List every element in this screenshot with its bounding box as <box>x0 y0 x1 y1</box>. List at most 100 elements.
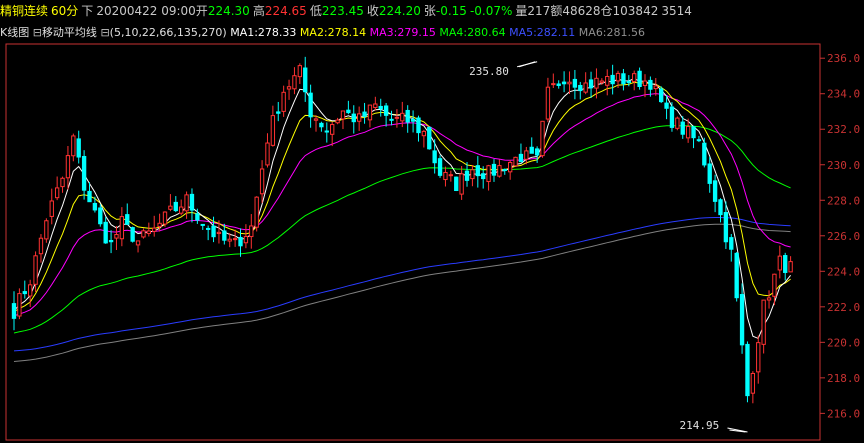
candle <box>205 225 211 241</box>
candle <box>286 79 292 100</box>
candle <box>610 64 615 95</box>
candle <box>540 120 545 158</box>
open-label: 开 <box>195 4 208 18</box>
candle <box>394 109 400 128</box>
candle <box>11 291 17 331</box>
params-expand-icon[interactable]: ⊟ <box>100 26 109 39</box>
candle <box>632 70 637 91</box>
ma6-value: MA6:281.56 <box>578 26 646 39</box>
candle <box>669 102 675 132</box>
instrument-title[interactable]: 精铜连续 <box>0 4 48 18</box>
candle <box>718 198 723 223</box>
candle <box>497 159 502 178</box>
candle <box>410 110 416 133</box>
candle <box>249 214 254 249</box>
ma6-line <box>13 223 791 362</box>
candle <box>22 280 27 299</box>
candle <box>659 86 664 104</box>
high-label: 高 <box>252 4 265 18</box>
ma5-value: MA5:282.11 <box>509 26 576 39</box>
oi-value: 103842 <box>612 4 659 18</box>
plot-frame <box>5 43 821 441</box>
change-pct-value: -0.07% <box>469 4 513 18</box>
open-value: 224.30 <box>207 4 250 18</box>
ma2-value: MA2:278.14 <box>299 26 367 39</box>
amount-label: 额 <box>550 4 563 18</box>
candle <box>777 245 782 279</box>
ma-indicator-label[interactable]: 移动平均线 <box>42 26 97 39</box>
y-tick-label: 226.0 <box>827 230 860 243</box>
candle <box>98 204 103 227</box>
candle <box>362 102 367 124</box>
candle <box>621 68 626 91</box>
candle <box>427 126 432 150</box>
quote-info-bar: 精铜连续 60分下 20200422 09:00开224.30 高224.65 低223… <box>0 0 864 22</box>
low-label: 低 <box>309 4 322 18</box>
low-value: 223.45 <box>321 4 364 18</box>
candle <box>432 139 437 174</box>
candle <box>653 78 658 96</box>
ma3-value: MA3:279.15 <box>369 26 436 39</box>
y-tick-label: 232.0 <box>827 123 860 136</box>
candle <box>556 80 561 89</box>
candle <box>130 226 135 243</box>
candlestick-chart[interactable]: 235.80 214.95 236.0 234.0 232.0 230.0 228.0 22… <box>0 0 864 443</box>
annotation-label: 235.80 <box>469 65 509 78</box>
candle <box>243 224 249 249</box>
candle <box>324 122 329 143</box>
candle <box>524 146 529 165</box>
candle <box>470 164 475 187</box>
candle <box>319 121 324 132</box>
candle <box>232 229 238 247</box>
amount-value: 48628 <box>562 4 601 18</box>
candle <box>448 170 454 182</box>
candle <box>168 194 173 212</box>
candle <box>788 256 793 273</box>
candle <box>292 67 297 95</box>
high-value: 224.65 <box>264 4 307 18</box>
candle <box>561 71 567 93</box>
candle <box>518 143 524 163</box>
candle <box>17 288 22 320</box>
candle <box>179 199 184 216</box>
indicator-bar: K线图 ⊟移动平均线 ⊟(5,10,22,66,135,270) MA1:278… <box>0 24 864 42</box>
candle <box>254 196 259 232</box>
candle <box>761 299 766 354</box>
change-label: 张 <box>423 4 436 18</box>
candle <box>356 106 362 131</box>
candle <box>308 84 313 128</box>
candle <box>572 69 578 100</box>
candle <box>475 156 480 188</box>
candle <box>378 98 383 117</box>
kline-toggle[interactable]: K线图 <box>0 26 29 39</box>
candle <box>443 166 448 187</box>
candle <box>152 215 157 237</box>
candle <box>583 72 588 95</box>
candle <box>200 223 205 230</box>
candle <box>739 283 745 354</box>
candle <box>766 290 772 309</box>
candle <box>276 101 281 122</box>
candle <box>146 222 151 237</box>
candle <box>103 216 108 244</box>
datetime-value: 20200422 09:00 <box>96 4 196 18</box>
candle <box>421 129 427 148</box>
period-label[interactable]: 60分 <box>51 4 78 18</box>
candle <box>297 63 303 84</box>
oi-label: 仓 <box>600 4 613 18</box>
y-tick-label: 234.0 <box>827 88 860 101</box>
y-tick-label: 228.0 <box>827 194 860 207</box>
y-tick-label: 222.0 <box>827 301 860 314</box>
candle <box>335 117 340 125</box>
candle <box>346 100 351 115</box>
candle <box>76 130 81 164</box>
y-tick-label: 220.0 <box>827 336 860 349</box>
ma-expand-icon[interactable]: ⊟ <box>33 26 42 39</box>
candle <box>303 56 308 102</box>
ma1-value: MA1:278.33 <box>230 26 297 39</box>
candle <box>729 233 734 262</box>
candle <box>502 168 507 175</box>
candle <box>637 67 642 90</box>
candle <box>114 226 119 251</box>
candle <box>507 159 513 180</box>
